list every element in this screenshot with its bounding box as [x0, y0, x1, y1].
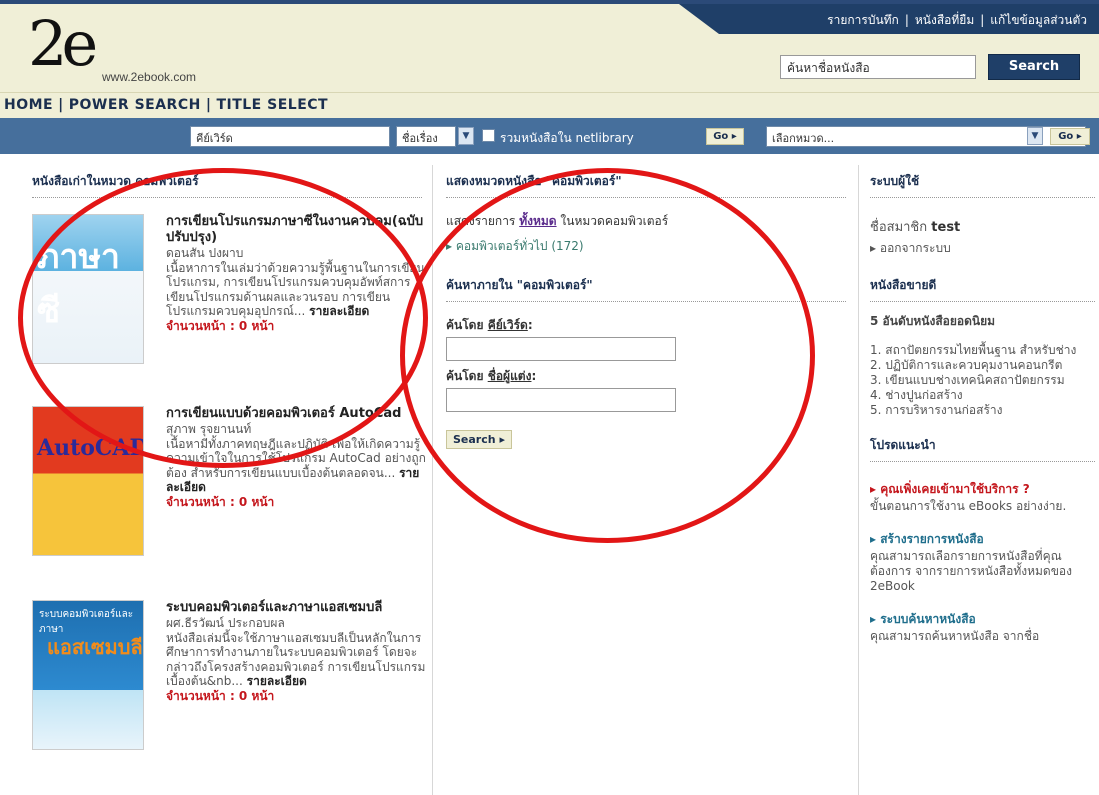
go-category-button[interactable]: Go ▸ [1050, 128, 1090, 145]
recommend-item: ▸ ระบบค้นหาหนังสือ คุณสามารถค้นหาหนังสือ… [870, 610, 1095, 644]
keyword-field[interactable] [446, 337, 676, 361]
recommend-text: ขั้นตอนการใช้งาน eBooks อย่างง่าย. [870, 499, 1067, 513]
book-author: ดอนสัน ปงผาบ [166, 246, 244, 260]
chevron-down-icon[interactable]: ▼ [458, 127, 474, 145]
arrow-right-icon: ▸ [731, 131, 737, 142]
title-search-input[interactable]: ค้นหาชื่อหนังสือ [780, 55, 976, 79]
recommend-title: โปรดแนะนำ [870, 436, 1095, 462]
arrow-right-icon: ▸ [870, 612, 877, 626]
logo[interactable]: 2e www.2ebook.com [18, 10, 218, 90]
book-pages: จำนวนหน้า : 0 หน้า [166, 494, 275, 509]
book-pages: จำนวนหน้า : 0 หน้า [166, 318, 275, 333]
chevron-down-icon[interactable]: ▼ [1027, 127, 1043, 145]
top5-item[interactable]: 3. เขียนแบบช่างเทคนิคสถาปัตยกรรม [870, 373, 1095, 388]
arrow-right-icon: ▸ [499, 433, 505, 446]
subcategory-link[interactable]: ▸ คอมพิวเตอร์ทั่วไป (172) [446, 237, 846, 256]
book-description: เนื้อหามีทั้งภาคทฤษฎีและปฏิบัติ เพื่อให้… [166, 436, 426, 480]
search-bar: คีย์เวิร์ด ชื่อเรื่อง ▼ รวมหนังสือใน net… [0, 118, 1099, 154]
book-cover[interactable]: AutoCAD [32, 406, 144, 556]
go-button[interactable]: Go ▸ [706, 128, 744, 145]
member-line: ชื่อสมาชิก test [870, 220, 961, 235]
top5-item[interactable]: 4. ช่างปูนก่อสร้าง [870, 388, 1095, 403]
recommend-item: ▸ สร้างรายการหนังสือ คุณสามารถเลือกรายกา… [870, 530, 1095, 594]
right-column: ระบบผู้ใช้ ชื่อสมาชิก test ▸ ออกจากระบบ … [870, 172, 1095, 644]
left-column: หนังสือเก่าในหมวด คอมพิวเตอร์ ภาษาซี การ… [32, 172, 427, 750]
book-title[interactable]: การเขียนแบบด้วยคอมพิวเตอร์ AutoCad [166, 406, 426, 422]
arrow-right-icon: ▸ [870, 482, 877, 496]
nav-title-select[interactable]: TITLE SELECT [216, 97, 328, 113]
book-author: สุภาพ รุจยานนท์ [166, 422, 252, 436]
netlibrary-checkbox[interactable] [482, 129, 495, 142]
logo-mark: 2e [28, 7, 98, 80]
category-title: แสดงหมวดหนังสือ "คอมพิวเตอร์" [446, 172, 846, 198]
bestseller-title: หนังสือขายดี [870, 276, 1095, 302]
show-all-link[interactable]: ทั้งหมด [519, 214, 556, 228]
show-list-line: แสดงรายการ ทั้งหมด ในหมวดคอมพิวเตอร์ [446, 214, 669, 228]
top5-heading: 5 อันดับหนังสือยอดนิยม [870, 314, 996, 328]
field-select[interactable]: ชื่อเรื่อง [396, 126, 456, 147]
keyword-input[interactable]: คีย์เวิร์ด [190, 126, 390, 147]
middle-column: แสดงหมวดหนังสือ "คอมพิวเตอร์" แสดงรายการ… [446, 172, 846, 449]
recommend-link[interactable]: ▸ สร้างรายการหนังสือ [870, 530, 1095, 549]
arrow-right-icon: ▸ [870, 532, 877, 546]
book-title[interactable]: การเขียนโปรแกรมภาษาซีในงานควบคุม(ฉบับปรั… [166, 214, 426, 246]
top5-item[interactable]: 1. สถาปัตยกรรมไทยพื้นฐาน สำหรับช่าง [870, 343, 1095, 358]
recommend-text: คุณสามารถค้นหาหนังสือ จากชื่อ [870, 629, 1040, 643]
top5-list: 1. สถาปัตยกรรมไทยพื้นฐาน สำหรับช่าง 2. ป… [870, 343, 1095, 418]
top-nav: รายการบันทึก | หนังสือที่ยืม | แก้ไขข้อมูลส่… [827, 13, 1087, 27]
search-within-button[interactable]: Search ▸ [446, 430, 512, 449]
book-description: เนื้อหาการในเล่มว่าด้วยความรู้พื้นฐานในก… [166, 260, 425, 319]
author-label: ค้นโดย ชื่อผู้แต่ง: [446, 369, 537, 383]
author-field[interactable] [446, 388, 676, 412]
recommend-link[interactable]: ▸ คุณเพิ่งเคยเข้ามาใช้บริการ ? [870, 480, 1095, 499]
search-within-title: ค้นหาภายใน "คอมพิวเตอร์" [446, 276, 846, 302]
top-link-edit-profile[interactable]: แก้ไขข้อมูลส่วนตัว [990, 13, 1087, 27]
top-link-borrowed[interactable]: หนังสือที่ยืม [915, 13, 974, 27]
column-divider [432, 165, 433, 795]
nav-home[interactable]: HOME [4, 97, 53, 113]
nav-power-search[interactable]: POWER SEARCH [69, 97, 201, 113]
book-cover[interactable]: ระบบคอมพิวเตอร์และภาษา แอสเซมบลี [32, 600, 144, 750]
book-author: ผศ.ธีรวัฒน์ ประกอบผล [166, 616, 285, 630]
book-cover[interactable]: ภาษาซี [32, 214, 144, 364]
book-detail-link[interactable]: รายละเอียด [247, 674, 307, 688]
book-title[interactable]: ระบบคอมพิวเตอร์และภาษาแอสเซมบลี [166, 600, 426, 616]
new-books-title: หนังสือเก่าในหมวด คอมพิวเตอร์ [32, 172, 422, 198]
top5-item[interactable]: 2. ปฏิบัติการและควบคุมงานคอนกรีต [870, 358, 1095, 373]
book-pages: จำนวนหน้า : 0 หน้า [166, 688, 275, 703]
main-nav: HOME | POWER SEARCH | TITLE SELECT [0, 92, 1099, 118]
logo-url: www.2ebook.com [102, 70, 197, 84]
top5-item[interactable]: 5. การบริหารงานก่อสร้าง [870, 403, 1095, 418]
recommend-link[interactable]: ▸ ระบบค้นหาหนังสือ [870, 610, 1095, 629]
user-system-title: ระบบผู้ใช้ [870, 172, 1095, 198]
top-link-saved-list[interactable]: รายการบันทึก [827, 13, 899, 27]
bullet-icon: ▸ [446, 239, 453, 253]
header: รายการบันทึก | หนังสือที่ยืม | แก้ไขข้อมูลส่… [0, 0, 1099, 92]
netlibrary-label: รวมหนังสือใน netlibrary [500, 131, 634, 145]
member-name: test [931, 220, 961, 235]
column-divider [858, 165, 859, 795]
bullet-icon: ▸ [870, 241, 877, 255]
recommend-text: คุณสามารถเลือกรายการหนังสือที่คุณต้องการ… [870, 549, 1072, 593]
recommend-item: ▸ คุณเพิ่งเคยเข้ามาใช้บริการ ? ขั้นตอนกา… [870, 480, 1095, 514]
title-search-button[interactable]: Search [988, 54, 1080, 80]
book-detail-link[interactable]: รายละเอียด [309, 304, 369, 318]
keyword-label: ค้นโดย คีย์เวิร์ด: [446, 318, 533, 332]
logout-link[interactable]: ▸ ออกจากระบบ [870, 241, 1095, 256]
arrow-right-icon: ▸ [1076, 131, 1082, 142]
